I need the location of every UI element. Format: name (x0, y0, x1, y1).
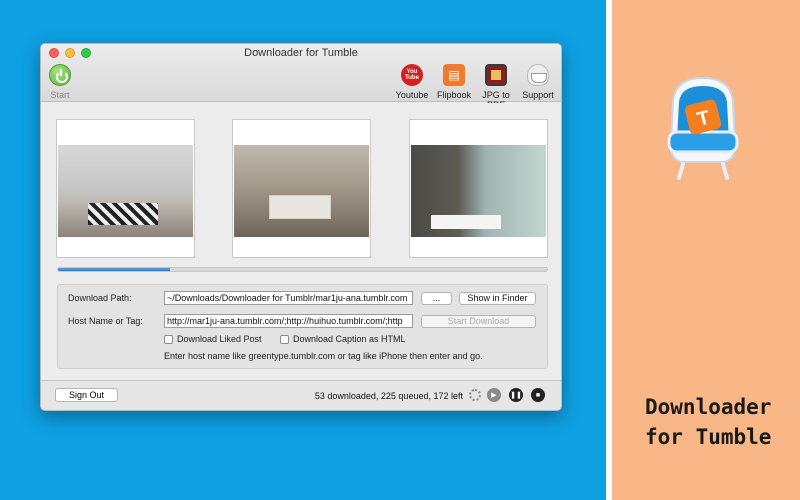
bedroom-photo (234, 145, 369, 237)
support-icon (527, 64, 549, 86)
start-download-button[interactable]: Start Download (421, 315, 536, 328)
progress-fill (58, 268, 171, 271)
checkbox-box (164, 334, 173, 344)
download-liked-checkbox[interactable]: Download Liked Post (164, 334, 262, 344)
main-content: Download Path: ~/Downloads/Downloader fo… (41, 103, 561, 380)
stop-icon[interactable]: ■ (531, 388, 545, 402)
bottom-bar: Sign Out 53 downloaded, 225 queued, 172 … (41, 380, 561, 410)
promo-line-2: for Tumble (645, 425, 772, 449)
host-name-label: Host Name or Tag: (68, 316, 143, 326)
show-in-finder-button[interactable]: Show in Finder (459, 292, 536, 305)
start-button[interactable]: Start (46, 64, 74, 100)
app-window: Downloader for Tumble Start You Tube You… (40, 43, 562, 411)
thumbnail-2[interactable] (232, 119, 371, 258)
play-icon[interactable]: ▶ (487, 388, 501, 402)
youtube-icon: You Tube (401, 64, 423, 86)
flipbook-label: Flipbook (436, 90, 472, 100)
flipbook-icon: ▤ (443, 64, 465, 86)
download-path-label: Download Path: (68, 293, 132, 303)
hint-text: Enter host name like greentype.tumblr.co… (164, 351, 483, 361)
promo-title: Downloader for Tumble (645, 392, 771, 452)
host-name-input[interactable]: http://mar1ju-ana.tumblr.com/;http://hui… (164, 314, 413, 328)
status-text: 53 downloaded, 225 queued, 172 left (314, 391, 463, 401)
download-form: Download Path: ~/Downloads/Downloader fo… (57, 284, 548, 369)
jpg-to-pdf-icon (485, 64, 507, 86)
thumbnail-1[interactable] (56, 119, 195, 258)
download-caption-checkbox[interactable]: Download Caption as HTML (280, 334, 406, 344)
promo-line-1: Downloader (645, 395, 772, 419)
download-progress-bar (57, 267, 548, 272)
start-label: Start (50, 90, 70, 100)
youtube-label: Youtube (395, 90, 429, 100)
thumbnail-3[interactable] (409, 119, 548, 258)
power-icon (49, 64, 71, 86)
sign-out-button[interactable]: Sign Out (55, 388, 118, 402)
living-room-photo (58, 145, 193, 237)
download-path-field[interactable]: ~/Downloads/Downloader for Tumblr/mar1ju… (164, 291, 413, 305)
pause-icon[interactable]: ❚❚ (509, 388, 523, 402)
armchair-logo-icon: T (667, 76, 739, 180)
support-label: Support (522, 90, 554, 100)
download-liked-label: Download Liked Post (177, 334, 262, 344)
spinner-icon (469, 389, 481, 401)
bathroom-photo (411, 145, 546, 237)
download-caption-label: Download Caption as HTML (293, 334, 406, 344)
browse-button[interactable]: ... (421, 292, 452, 305)
window-title: Downloader for Tumble (244, 47, 358, 59)
titlebar: Downloader for Tumble Start You Tube You… (41, 44, 561, 110)
checkbox-box (280, 334, 289, 344)
